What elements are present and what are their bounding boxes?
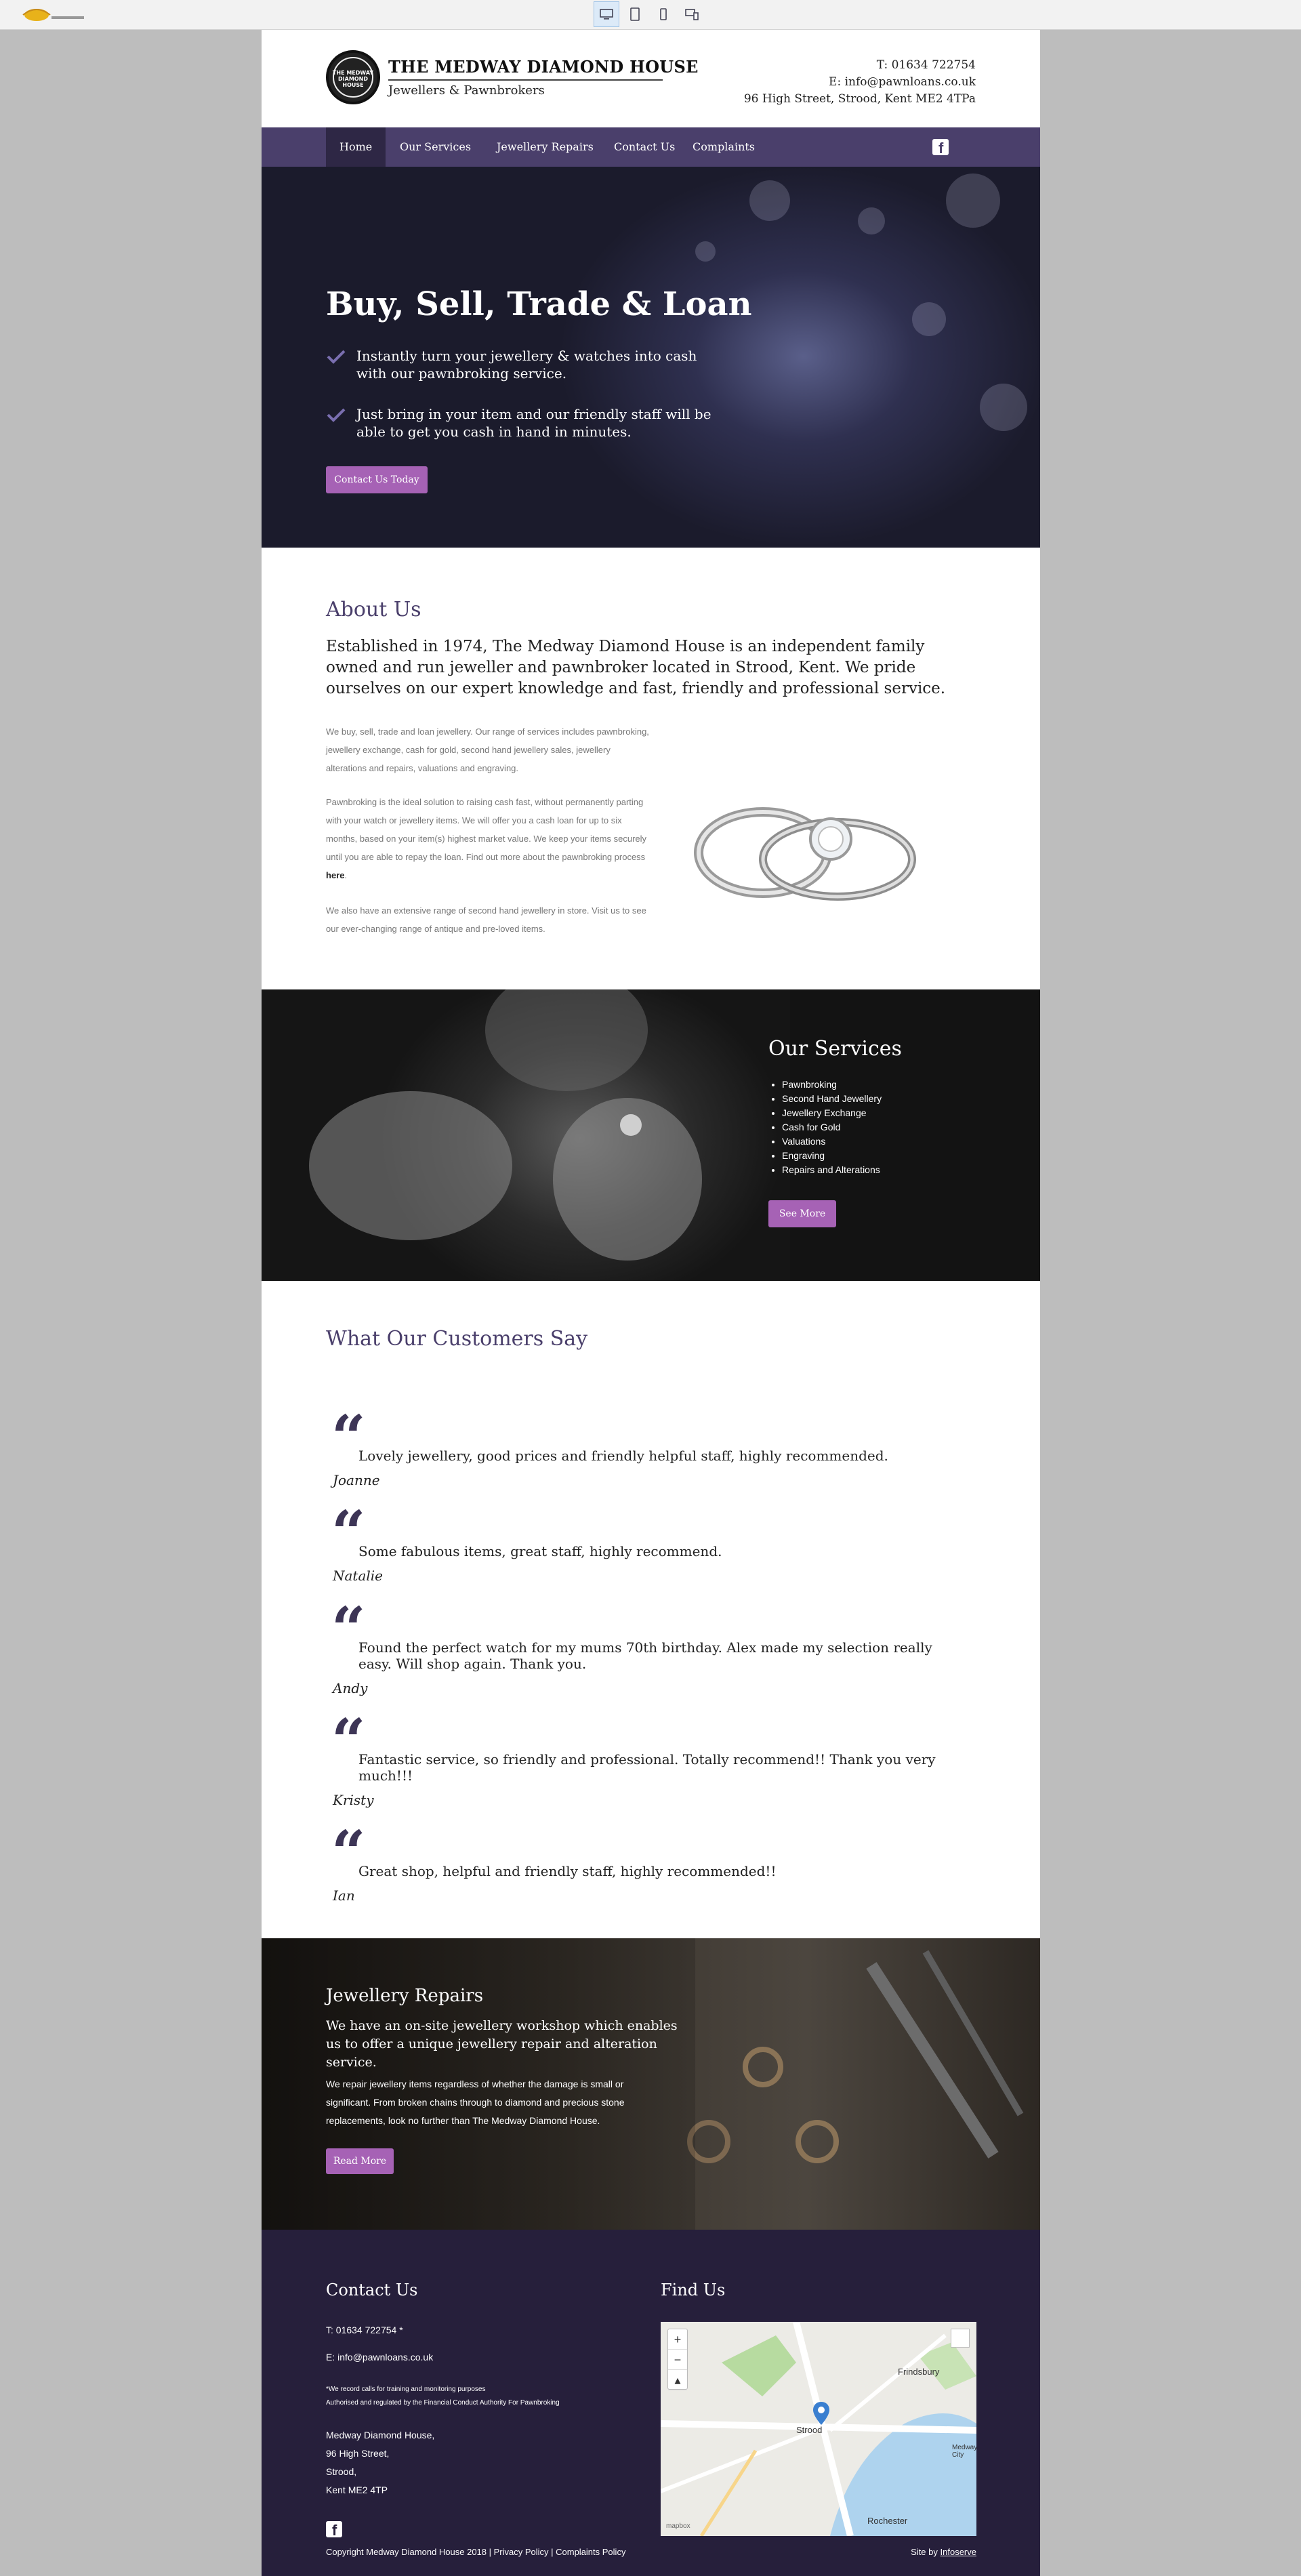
site-footer: Contact Us Find Us T: 01634 722754 * E: … [262, 2230, 1040, 2576]
title-underline [388, 79, 663, 81]
desktop-view-button[interactable] [594, 1, 619, 27]
preview-toolbar [0, 0, 1301, 30]
testimonial-text: Some fabulous items, great staff, highly… [358, 1543, 722, 1559]
footer-note-calls: *We record calls for training and monito… [326, 2386, 486, 2393]
read-more-button[interactable]: Read More [326, 2148, 394, 2174]
copyright-text[interactable]: Copyright Medway Diamond House 2018 | Pr… [326, 2547, 625, 2557]
check-icon [327, 408, 346, 422]
service-item: Second Hand Jewellery [782, 1092, 882, 1106]
repairs-heading: Jewellery Repairs [326, 1986, 484, 2006]
check-icon [327, 350, 346, 364]
map-label-frindsbury: Frindsbury [898, 2367, 940, 2377]
multi-device-icon [685, 9, 699, 20]
fullscreen-icon[interactable] [951, 2329, 970, 2348]
testimonial-text: Great shop, helpful and friendly staff, … [358, 1863, 777, 1879]
map-label-rochester: Rochester [867, 2516, 908, 2526]
map-zoom-controls: + − ▴ [667, 2329, 688, 2390]
map-attribution[interactable]: mapbox [666, 2522, 690, 2530]
site-header: THE MEDWAY DIAMOND HOUSE THE MEDWAY DIAM… [262, 30, 1040, 127]
map-label-strood: Strood [796, 2425, 823, 2435]
header-address: 96 High Street, Strood, Kent ME2 4TPa [743, 92, 976, 106]
footer-note-fca: Authorised and regulated by the Financia… [326, 2399, 560, 2407]
desktop-icon [600, 9, 613, 20]
zoom-in-button[interactable]: + [668, 2329, 687, 2350]
testimonials-section: What Our Customers Say “ Lovely jeweller… [262, 1281, 1040, 1938]
map-label-medway-city: Medway City [952, 2444, 976, 2459]
footer-find-heading: Find Us [661, 2281, 726, 2299]
services-section: Our Services Pawnbroking Second Hand Jew… [262, 989, 1040, 1281]
mobile-view-button[interactable] [650, 1, 676, 27]
about-heading: About Us [326, 598, 421, 621]
header-contact: T: 01634 722754 E: info@pawnloans.co.uk … [744, 57, 976, 108]
footer-facebook-icon[interactable]: f [326, 2521, 342, 2539]
service-item: Pawnbroking [782, 1078, 882, 1092]
brand-logo [22, 9, 84, 21]
service-item: Repairs and Alterations [782, 1163, 882, 1177]
header-email[interactable]: E: info@pawnloans.co.uk [744, 74, 976, 91]
tablet-icon [630, 7, 640, 21]
hero-bullet-2: Just bring in your item and our friendly… [356, 406, 711, 440]
about-section: About Us Established in 1974, The Medway… [262, 548, 1040, 989]
testimonial-text: Lovely jewellery, good prices and friend… [358, 1448, 888, 1464]
about-lead: Established in 1974, The Medway Diamond … [326, 638, 946, 697]
multi-device-view-button[interactable] [679, 1, 705, 27]
testimonial-author: Joanne [333, 1472, 380, 1488]
testimonials-heading: What Our Customers Say [326, 1327, 588, 1351]
site-subtitle: Jewellers & Pawnbrokers [388, 83, 545, 98]
logo-text: THE MEDWAY DIAMOND HOUSE [332, 70, 374, 88]
footer-phone: T: 01634 722754 * [326, 2325, 403, 2335]
site-logo[interactable]: THE MEDWAY DIAMOND HOUSE [326, 50, 380, 104]
nav-home[interactable]: Home [326, 127, 386, 167]
testimonial-text: Fantastic service, so friendly and profe… [358, 1751, 936, 1784]
header-phone: T: 01634 722754 [876, 58, 976, 72]
ring-image [694, 807, 916, 901]
about-paragraph-1: We buy, sell, trade and loan jewellery. … [326, 727, 649, 773]
main-nav: Home Our Services Jewellery Repairs Cont… [262, 127, 1040, 167]
services-list: Pawnbroking Second Hand Jewellery Jewell… [782, 1078, 882, 1177]
service-item: Cash for Gold [782, 1120, 882, 1134]
repairs-lead: We have an on-site jewellery workshop wh… [326, 2018, 678, 2070]
hero-bullet-1: Instantly turn your jewellery & watches … [356, 348, 697, 382]
footer-bottom-bar: Copyright Medway Diamond House 2018 | Pr… [326, 2547, 976, 2557]
hero-title: Buy, Sell, Trade & Loan [326, 285, 752, 323]
location-map[interactable]: + − ▴ Strood Rochester Frindsbury Medway… [661, 2322, 976, 2536]
facebook-icon[interactable]: f [932, 139, 949, 157]
reset-bearing-button[interactable]: ▴ [668, 2370, 687, 2390]
repairs-section: Jewellery Repairs We have an on-site jew… [262, 1938, 1040, 2230]
see-more-button[interactable]: See More [768, 1200, 836, 1227]
zoom-out-button[interactable]: − [668, 2350, 687, 2370]
service-item: Valuations [782, 1134, 882, 1149]
contact-us-today-button[interactable]: Contact Us Today [326, 466, 428, 493]
repairs-paragraph: We repair jewellery items regardless of … [326, 2079, 625, 2126]
testimonial-text: Found the perfect watch for my mums 70th… [358, 1639, 932, 1672]
jeweller-photo [262, 989, 790, 1281]
pawnbroking-here-link[interactable]: here [326, 870, 344, 880]
testimonial-author: Natalie [333, 1568, 384, 1584]
map-pin-icon[interactable] [813, 2402, 829, 2425]
service-item: Engraving [782, 1149, 882, 1163]
website: THE MEDWAY DIAMOND HOUSE THE MEDWAY DIAM… [262, 30, 1040, 2576]
hero-banner: Buy, Sell, Trade & Loan Instantly turn y… [262, 167, 1040, 548]
nav-our-services[interactable]: Our Services [386, 127, 484, 167]
nav-complaints[interactable]: Complaints [679, 127, 768, 167]
site-credit: Site by Infoserve [911, 2547, 976, 2557]
testimonial-author: Kristy [333, 1792, 374, 1808]
services-heading: Our Services [768, 1037, 902, 1061]
about-paragraph-3: We also have an extensive range of secon… [326, 905, 646, 934]
nav-contact-us[interactable]: Contact Us [600, 127, 688, 167]
about-paragraph-2: Pawnbroking is the ideal solution to rai… [326, 797, 647, 880]
tablet-view-button[interactable] [622, 1, 648, 27]
footer-address: Medway Diamond House, 96 High Street, St… [326, 2430, 435, 2495]
footer-contact-heading: Contact Us [326, 2281, 418, 2299]
infoserve-link[interactable]: Infoserve [941, 2547, 976, 2557]
nav-jewellery-repairs[interactable]: Jewellery Repairs [483, 127, 607, 167]
service-item: Jewellery Exchange [782, 1106, 882, 1120]
testimonial-author: Ian [333, 1887, 355, 1904]
testimonial-author: Andy [333, 1680, 368, 1696]
mobile-icon [660, 8, 667, 20]
site-title[interactable]: THE MEDWAY DIAMOND HOUSE [388, 57, 699, 77]
footer-email[interactable]: E: info@pawnloans.co.uk [326, 2352, 433, 2363]
